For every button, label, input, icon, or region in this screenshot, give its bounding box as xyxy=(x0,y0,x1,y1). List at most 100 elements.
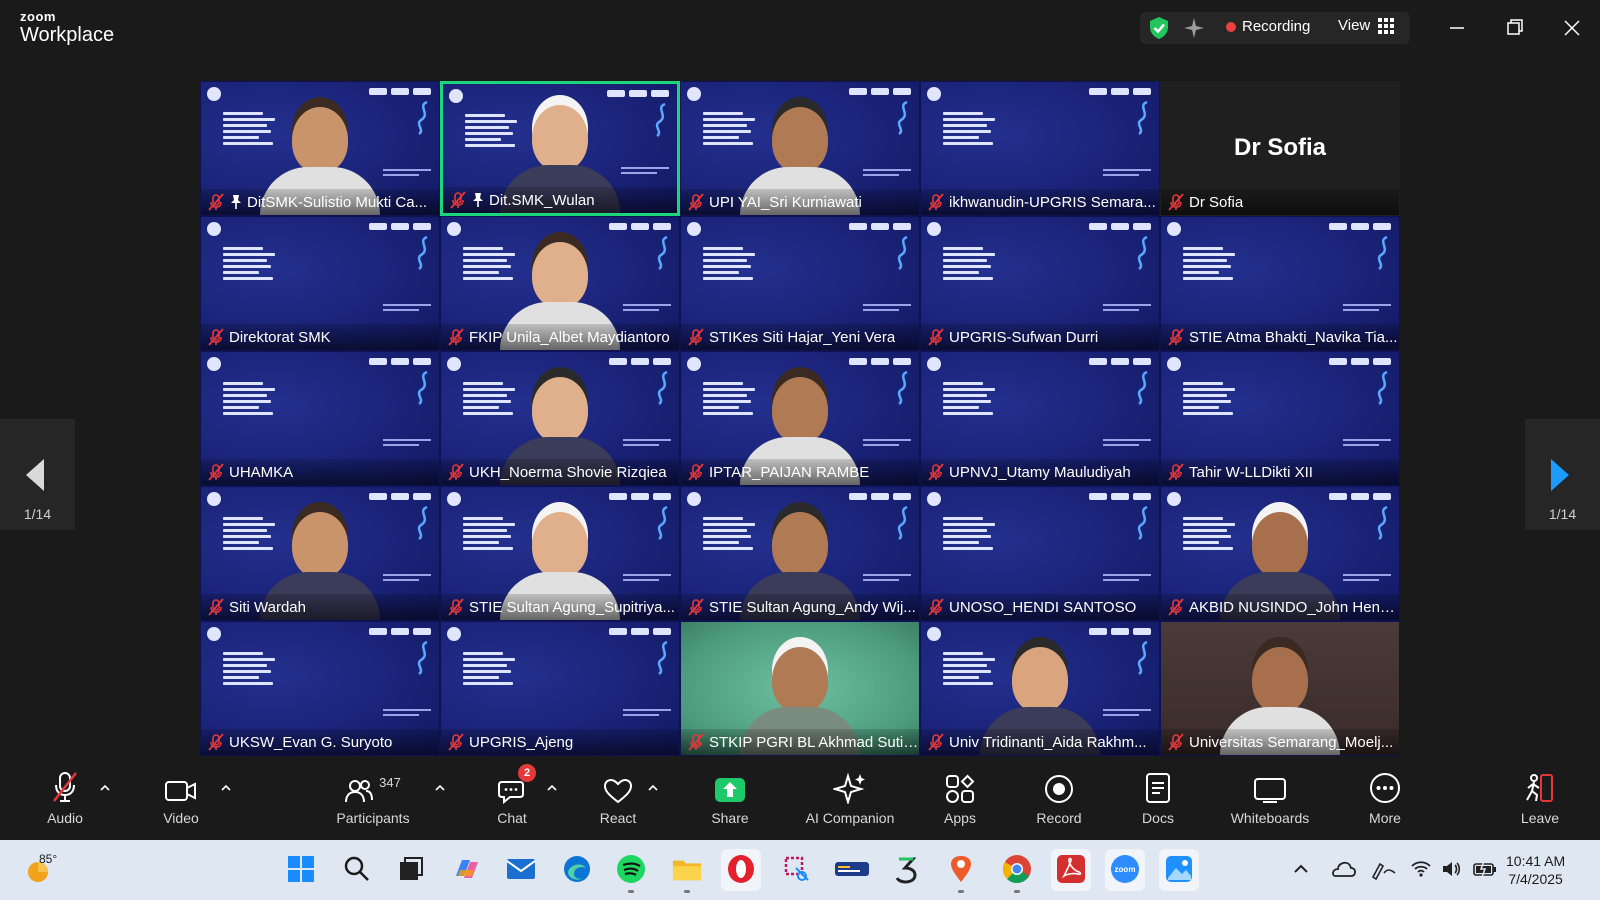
slide-swirl-icon xyxy=(417,235,428,271)
video-options-caret-icon[interactable] xyxy=(220,782,232,794)
record-button[interactable]: Record xyxy=(1034,760,1084,840)
participant-tile[interactable]: STIKes Siti Hajar_Yeni Vera xyxy=(680,216,920,351)
audio-button[interactable]: Audio xyxy=(42,760,88,840)
restore-icon[interactable] xyxy=(1500,14,1530,42)
participant-tile[interactable]: Universitas Semarang_Moelj... xyxy=(1160,621,1400,756)
participant-tile[interactable]: AKBID NUSINDO_John Hend... xyxy=(1160,486,1400,621)
participant-tile[interactable]: UPGRIS-Sufwan Durri xyxy=(920,216,1160,351)
slide-footer-text xyxy=(383,574,431,584)
participant-tile[interactable]: STIE Sultan Agung_Supitriya... xyxy=(440,486,680,621)
chevron-up-icon[interactable] xyxy=(1290,858,1312,880)
participant-tile[interactable]: ikhwanudin-UPGRIS Semara... xyxy=(920,81,1160,216)
chat-options-caret-icon[interactable] xyxy=(546,782,558,794)
slide-swirl-icon xyxy=(655,102,666,138)
ai-companion-button[interactable]: AI Companion xyxy=(800,760,900,840)
previous-page-button[interactable]: 1/14 xyxy=(0,419,75,530)
share-button[interactable]: Share xyxy=(708,760,752,840)
participant-tile[interactable]: UKSW_Evan G. Suryoto xyxy=(200,621,440,756)
participant-name: STIE Sultan Agung_Andy Wij... xyxy=(709,598,916,616)
microphone-muted-icon xyxy=(688,328,704,346)
system-clock[interactable]: 10:41 AM 7/4/2025 xyxy=(1506,852,1565,888)
microphone-muted-icon xyxy=(928,598,944,616)
react-options-caret-icon[interactable] xyxy=(647,782,659,794)
participant-tile[interactable]: STIE Sultan Agung_Andy Wij... xyxy=(680,486,920,621)
shield-check-icon[interactable] xyxy=(1148,16,1170,40)
spotify-icon[interactable] xyxy=(616,854,646,884)
search-icon[interactable] xyxy=(342,854,372,884)
more-button[interactable]: More xyxy=(1362,760,1408,840)
slide-footer-text xyxy=(623,304,671,314)
chrome-icon[interactable] xyxy=(1002,854,1032,884)
participant-tile[interactable]: IPTAR_PAIJAN RAMBE xyxy=(680,351,920,486)
leave-button[interactable]: Leave xyxy=(1518,760,1562,840)
task-view-icon[interactable] xyxy=(396,854,426,884)
microphone-muted-icon xyxy=(448,463,464,481)
audio-options-caret-icon[interactable] xyxy=(99,782,111,794)
edge-browser-icon[interactable] xyxy=(562,854,592,884)
participant-tile[interactable]: Dit.SMK_Wulan xyxy=(440,81,680,216)
participant-name-bar: FKIP Unila_Albet Maydiantoro xyxy=(441,324,679,350)
slide-footer-text xyxy=(1343,574,1391,584)
participant-tile[interactable]: Direktorat SMK xyxy=(200,216,440,351)
pen-tablet-icon[interactable] xyxy=(1370,858,1398,880)
docs-button[interactable]: Docs xyxy=(1138,760,1178,840)
slide-text-lines xyxy=(1183,247,1235,283)
slide-partner-logos xyxy=(849,88,911,95)
kampus-merdeka-icon[interactable] xyxy=(834,854,870,884)
participant-tile[interactable]: UKH_Noerma Shovie Rizqiea xyxy=(440,351,680,486)
participant-tile[interactable]: UHAMKA xyxy=(200,351,440,486)
volume-icon[interactable] xyxy=(1440,858,1462,880)
participant-tile[interactable]: STIE Atma Bhakti_Navika Tia... xyxy=(1160,216,1400,351)
participant-tile[interactable]: UPNVJ_Utamy Mauludiyah xyxy=(920,351,1160,486)
onedrive-cloud-icon[interactable] xyxy=(1330,858,1356,880)
location-app-running-indicator xyxy=(958,890,964,893)
ai-sparkle-icon[interactable] xyxy=(1183,16,1205,40)
zoom-app-icon[interactable]: zoom xyxy=(1110,854,1140,884)
microphone-muted-icon xyxy=(1168,193,1184,211)
slide-partner-logos xyxy=(609,628,671,635)
minimize-icon[interactable] xyxy=(1442,14,1472,42)
slide-partner-logos xyxy=(1089,493,1151,500)
acrobat-reader-icon[interactable] xyxy=(1056,854,1086,884)
participant-tile[interactable]: Dr Sofia Dr Sofia xyxy=(1160,81,1400,216)
close-icon[interactable] xyxy=(1557,14,1587,42)
snipping-tool-icon[interactable] xyxy=(782,854,812,884)
apps-button[interactable]: Apps xyxy=(938,760,982,840)
participant-tile[interactable]: UPGRIS_Ajeng xyxy=(440,621,680,756)
video-button[interactable]: Video xyxy=(156,760,206,840)
participants-options-caret-icon[interactable] xyxy=(434,782,446,794)
page-indicator-left: 1/14 xyxy=(23,506,52,522)
leave-label: Leave xyxy=(1520,810,1560,826)
app-3-icon[interactable] xyxy=(892,854,922,884)
whiteboards-button[interactable]: Whiteboards xyxy=(1222,760,1318,840)
participant-tile[interactable]: UPI YAI_Sri Kurniawati xyxy=(680,81,920,216)
participant-tile[interactable]: DitSMK-Sulistio Mukti Ca... xyxy=(200,81,440,216)
more-label: More xyxy=(1369,810,1401,826)
windows-start-icon[interactable] xyxy=(286,854,316,884)
battery-charging-icon[interactable] xyxy=(1472,858,1498,880)
recording-indicator[interactable]: Recording xyxy=(1226,18,1310,35)
photos-icon[interactable] xyxy=(1164,854,1194,884)
participant-name-bar: AKBID NUSINDO_John Hend... xyxy=(1161,594,1399,620)
wifi-icon[interactable] xyxy=(1410,858,1432,880)
participant-tile[interactable]: UNOSO_HENDI SANTOSO xyxy=(920,486,1160,621)
title-bar: zoom Workplace Recording View xyxy=(0,0,1600,56)
participant-tile[interactable]: Tahir W-LLDikti XII xyxy=(1160,351,1400,486)
next-page-button[interactable]: 1/14 xyxy=(1525,419,1600,530)
view-button[interactable]: View xyxy=(1338,17,1395,34)
mail-icon[interactable] xyxy=(506,854,536,884)
record-label: Record xyxy=(1036,810,1082,826)
opera-icon[interactable] xyxy=(726,854,756,884)
slide-logo-icon xyxy=(447,357,461,371)
location-app-icon[interactable] xyxy=(946,854,976,884)
participants-button[interactable]: 347 Participants xyxy=(328,760,418,840)
participant-tile[interactable]: Univ Tridinanti_Aida Rakhm... xyxy=(920,621,1160,756)
copilot-icon[interactable] xyxy=(452,854,482,884)
participant-tile[interactable]: Siti Wardah xyxy=(200,486,440,621)
react-button[interactable]: React xyxy=(596,760,640,840)
chat-button[interactable]: 2 Chat xyxy=(494,760,536,840)
participant-tile[interactable]: STKIP PGRI BL Akhmad Sutiy... xyxy=(680,621,920,756)
slide-swirl-icon xyxy=(417,640,428,676)
participant-tile[interactable]: FKIP Unila_Albet Maydiantoro xyxy=(440,216,680,351)
file-explorer-icon[interactable] xyxy=(672,854,702,884)
